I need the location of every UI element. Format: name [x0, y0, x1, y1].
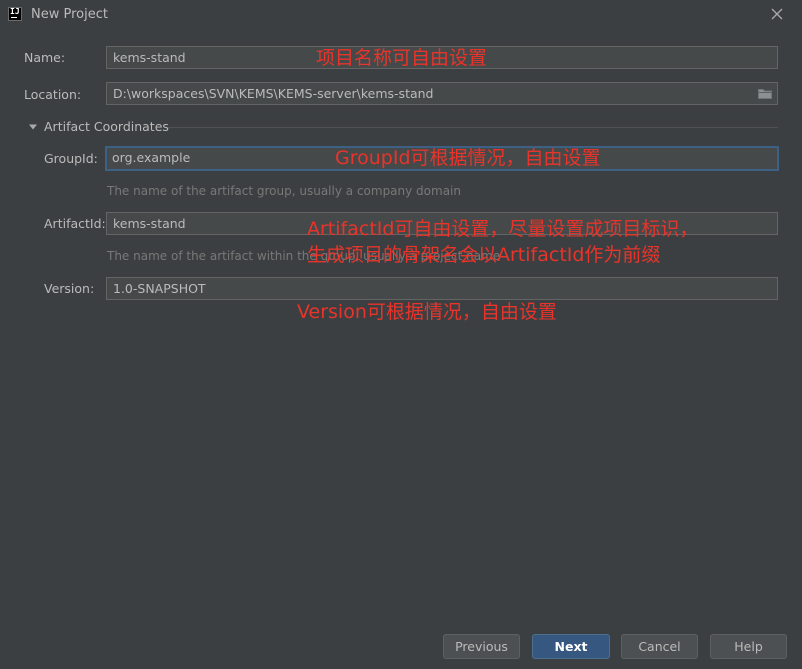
chevron-down-icon[interactable]	[28, 122, 38, 132]
close-icon[interactable]	[769, 6, 785, 22]
artifactid-label: ArtifactId:	[44, 216, 106, 231]
artifactid-annotation-line1: ArtifactId可自由设置，尽量设置成项目标识，	[307, 218, 699, 240]
next-button[interactable]: Next	[532, 634, 610, 659]
artifactid-annotation-line2: 生成项目的骨架名会以ArtifactId作为前缀	[307, 244, 661, 266]
window-title: New Project	[31, 7, 108, 22]
location-label: Location:	[24, 87, 82, 102]
version-annotation: Version可根据情况，自由设置	[297, 301, 557, 323]
version-label: Version:	[44, 281, 95, 296]
section-title[interactable]: Artifact Coordinates	[44, 119, 169, 134]
intellij-idea-icon: IJ	[8, 7, 22, 21]
section-divider	[168, 127, 778, 128]
name-annotation: 项目名称可自由设置	[316, 47, 488, 69]
groupid-hint: The name of the artifact group, usually …	[107, 184, 461, 198]
folder-browse-icon[interactable]	[758, 88, 772, 99]
title-bar: IJ New Project	[0, 0, 802, 30]
groupid-label: GroupId:	[44, 151, 98, 166]
help-button[interactable]: Help	[710, 634, 787, 659]
name-label: Name:	[24, 50, 66, 65]
cancel-button[interactable]: Cancel	[621, 634, 698, 659]
location-input[interactable]: D:\workspaces\SVN\KEMS\KEMS-server\kems-…	[106, 82, 778, 105]
groupid-annotation: GroupId可根据情况，自由设置	[335, 147, 601, 169]
previous-button[interactable]: Previous	[443, 634, 520, 659]
